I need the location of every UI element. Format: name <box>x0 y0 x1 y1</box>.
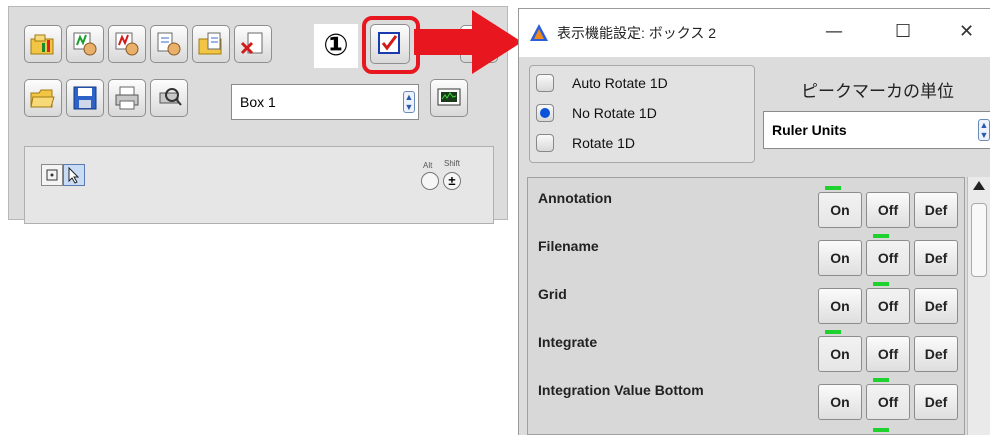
hand-red-spectrum-icon <box>115 32 139 56</box>
spectrum-view-button[interactable] <box>430 79 468 117</box>
print-preview-icon <box>159 88 182 106</box>
hand-document-icon <box>157 32 181 56</box>
dialog-titlebar: 表示機能設定: ボックス 2 — ☐ ✕ <box>519 9 990 57</box>
scroll-up-arrow-icon[interactable] <box>973 181 985 190</box>
def-button[interactable]: Def <box>914 192 958 228</box>
def-button[interactable]: Def <box>914 240 958 276</box>
alt-modifier-toggle[interactable] <box>421 172 439 190</box>
print-button[interactable] <box>108 79 146 117</box>
item-label: Annotation <box>538 190 612 206</box>
close-button[interactable]: ✕ <box>959 21 974 42</box>
shift-plusminus-toggle[interactable]: ± <box>443 172 461 190</box>
list-item-annotation: Annotation On Off Def <box>528 178 964 228</box>
folder-document-button[interactable] <box>192 25 230 63</box>
radio-label: Auto Rotate 1D <box>572 75 668 91</box>
open-folder-chart-button[interactable] <box>24 25 62 63</box>
scrollbar-thumb[interactable] <box>971 203 987 277</box>
floppy-disk-icon <box>73 86 97 110</box>
state-indicator-led <box>825 330 841 334</box>
peak-marker-unit-value: Ruler Units <box>772 122 847 138</box>
on-button[interactable]: On <box>818 336 862 372</box>
select-point-button[interactable] <box>41 164 63 186</box>
folder-document-icon <box>198 32 222 55</box>
box-select-value: Box 1 <box>240 94 276 110</box>
on-button[interactable]: On <box>818 192 862 228</box>
dot-square-icon <box>46 169 58 181</box>
on-button[interactable]: On <box>818 240 862 276</box>
off-button[interactable]: Off <box>866 384 910 420</box>
peak-marker-spinner[interactable]: ▲ ▼ <box>978 119 990 141</box>
spectrum-monitor-icon <box>437 88 461 106</box>
pointer-tool-button[interactable] <box>63 164 85 186</box>
box-select-spinner[interactable]: ▲ ▼ <box>403 91 415 113</box>
radio-label: Rotate 1D <box>572 135 636 151</box>
state-indicator-led <box>873 428 889 432</box>
radio-button[interactable] <box>536 134 554 152</box>
highlight-box <box>362 16 420 74</box>
box-select[interactable]: Box 1 ▲ ▼ <box>231 84 419 120</box>
hand-document-button[interactable] <box>150 25 188 63</box>
item-label: Integrate <box>538 334 598 350</box>
off-button[interactable]: Off <box>866 192 910 228</box>
app-logo-icon <box>530 24 548 41</box>
folder-chart-icon <box>30 34 54 55</box>
hand-spectrum-icon <box>73 32 97 56</box>
pointer-cursor-icon <box>68 166 80 184</box>
state-indicator-led <box>873 378 889 382</box>
state-indicator-led <box>873 234 889 238</box>
on-button[interactable]: On <box>818 384 862 420</box>
maximize-button[interactable]: ☐ <box>895 21 911 42</box>
hand-red-button[interactable] <box>108 25 146 63</box>
annotation-step-number: ① <box>314 24 358 68</box>
state-indicator-led <box>825 186 841 190</box>
list-scrollbar[interactable] <box>967 177 990 435</box>
printer-icon <box>115 86 139 110</box>
close-document-button[interactable] <box>234 25 272 63</box>
peak-marker-unit-label: ピークマーカの単位 <box>801 82 954 102</box>
minimize-button[interactable]: — <box>825 21 843 42</box>
state-indicator-led <box>873 282 889 286</box>
list-item-grid: Grid On Off Def <box>528 274 964 324</box>
close-document-icon <box>240 32 263 55</box>
radio-label: No Rotate 1D <box>572 105 657 121</box>
shift-label: Shift <box>444 159 461 168</box>
def-button[interactable]: Def <box>914 336 958 372</box>
item-label: Filename <box>538 238 599 254</box>
red-arrow-pointer <box>414 10 522 74</box>
list-item-integrate: Integrate On Off Def <box>528 322 964 372</box>
open-folder-icon <box>30 89 55 108</box>
rotate-options-group: Auto Rotate 1D No Rotate 1D Rotate 1D <box>529 65 755 163</box>
display-settings-dialog: 表示機能設定: ボックス 2 — ☐ ✕ Auto Rotate 1D No R… <box>518 8 990 435</box>
list-item-integration-value-bottom: Integration Value Bottom On Off Def <box>528 370 964 420</box>
def-button[interactable]: Def <box>914 384 958 420</box>
radio-button[interactable] <box>536 74 554 92</box>
print-preview-button[interactable] <box>150 79 188 117</box>
def-button[interactable]: Def <box>914 288 958 324</box>
dialog-body: Auto Rotate 1D No Rotate 1D Rotate 1D ピー… <box>519 57 990 435</box>
display-options-area: Alt Shift ± <box>24 146 494 224</box>
item-label: Grid <box>538 286 567 302</box>
on-button[interactable]: On <box>818 288 862 324</box>
display-items-list: Annotation On Off Def Filename On Off De… <box>527 177 965 435</box>
off-button[interactable]: Off <box>866 240 910 276</box>
hand-green-button[interactable] <box>66 25 104 63</box>
save-button[interactable] <box>66 79 104 117</box>
open-folder-button[interactable] <box>24 79 62 117</box>
off-button[interactable]: Off <box>866 336 910 372</box>
radio-button-selected[interactable] <box>536 104 554 122</box>
item-label: Integration Value Bottom <box>538 382 704 398</box>
dialog-title: 表示機能設定: ボックス 2 <box>557 25 717 41</box>
alt-label: Alt <box>423 161 433 170</box>
peak-marker-unit-select[interactable]: Ruler Units ▲ ▼ <box>763 111 990 149</box>
list-item-filename: Filename On Off Def <box>528 226 964 276</box>
off-button[interactable]: Off <box>866 288 910 324</box>
